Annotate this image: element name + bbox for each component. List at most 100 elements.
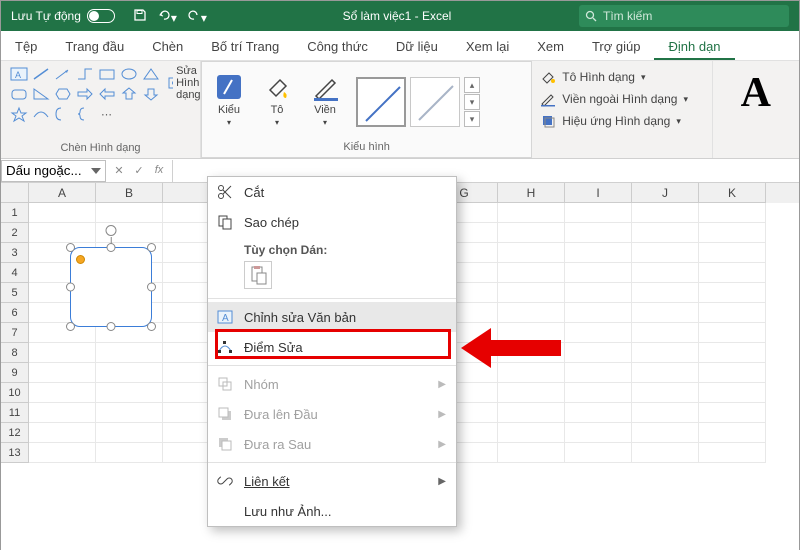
tab-file[interactable]: Tệp — [1, 33, 51, 60]
wordart-preset[interactable]: A — [721, 65, 791, 117]
row-header[interactable]: 7 — [1, 323, 29, 343]
effects-icon — [540, 113, 556, 129]
tab-data[interactable]: Dữ liệu — [382, 33, 452, 60]
menu-edit-points[interactable]: Điểm Sửa — [208, 332, 456, 362]
larrow-shape-icon — [97, 85, 117, 103]
tab-view[interactable]: Xem — [523, 33, 578, 60]
col-header[interactable]: H — [498, 183, 565, 203]
rarrow-shape-icon — [75, 85, 95, 103]
style-preset-2[interactable] — [410, 77, 460, 127]
rect-shape-icon — [97, 65, 117, 83]
row-header[interactable]: 12 — [1, 423, 29, 443]
autosave-toggle[interactable]: Lưu Tự động — [1, 9, 125, 23]
resize-handle[interactable] — [147, 283, 156, 292]
style-gallery[interactable]: ▴ ▾ ▾ — [356, 66, 480, 129]
style-up-icon[interactable]: ▴ — [464, 77, 480, 93]
ribbon: A ⋯ — [1, 61, 799, 159]
group-label-shapes: Chèn Hình dạng — [9, 142, 192, 156]
fill-button[interactable]: Tô▾ — [258, 70, 296, 129]
tab-formulas[interactable]: Công thức — [293, 33, 382, 60]
cancel-formula-icon[interactable]: ✕ — [110, 164, 128, 177]
autosave-label: Lưu Tự động — [11, 9, 81, 23]
select-all-corner[interactable] — [1, 183, 29, 203]
styles-button[interactable]: Kiểu▾ — [210, 70, 248, 129]
enter-formula-icon[interactable]: ✓ — [130, 164, 148, 177]
save-icon[interactable] — [133, 8, 147, 25]
row-header[interactable]: 1 — [1, 203, 29, 223]
fx-icon[interactable]: fx — [150, 164, 168, 177]
search-box[interactable]: Tìm kiếm — [579, 5, 789, 27]
row-header[interactable]: 8 — [1, 343, 29, 363]
shape-gallery[interactable]: A ⋯ — [9, 65, 161, 123]
resize-handle[interactable] — [66, 243, 75, 252]
pen-small-icon — [540, 91, 556, 107]
row-header[interactable]: 2 — [1, 223, 29, 243]
cell[interactable] — [29, 203, 96, 223]
search-icon — [585, 10, 597, 22]
row-header[interactable]: 10 — [1, 383, 29, 403]
adjustment-handle-icon[interactable] — [76, 255, 85, 264]
curve-shape-icon — [31, 105, 51, 123]
undo-icon[interactable]: ▾ — [157, 8, 177, 25]
selected-shape[interactable] — [56, 233, 166, 341]
col-header[interactable]: I — [565, 183, 632, 203]
style-more-icon[interactable]: ▾ — [464, 111, 480, 127]
row-header[interactable]: 6 — [1, 303, 29, 323]
row-header[interactable]: 13 — [1, 443, 29, 463]
menu-link[interactable]: Liên kết ▶ — [208, 466, 456, 496]
tab-insert[interactable]: Chèn — [138, 33, 197, 60]
row-header[interactable]: 3 — [1, 243, 29, 263]
edit-shape-icon — [167, 76, 173, 90]
paste-option-icon[interactable] — [244, 261, 272, 289]
edit-text-icon: A — [216, 308, 234, 326]
col-header[interactable]: A — [29, 183, 96, 203]
bring-front-icon — [216, 405, 234, 423]
context-menu: Cắt Sao chép Tùy chọn Dán: A Chỉnh sửa V… — [207, 176, 457, 527]
paint-bucket-icon — [262, 72, 292, 102]
col-header[interactable]: J — [632, 183, 699, 203]
uarrow-shape-icon — [119, 85, 139, 103]
rotate-handle-icon[interactable] — [106, 225, 117, 236]
menu-copy[interactable]: Sao chép — [208, 207, 456, 237]
row-header[interactable]: 11 — [1, 403, 29, 423]
tab-home[interactable]: Trang đầu — [51, 33, 138, 60]
resize-handle[interactable] — [147, 243, 156, 252]
tab-shape-format[interactable]: Định dạn — [654, 33, 734, 60]
resize-handle[interactable] — [107, 322, 116, 331]
resize-handle[interactable] — [107, 243, 116, 252]
roundrect-shape-icon — [9, 85, 29, 103]
rtriangle-shape-icon — [31, 85, 51, 103]
menu-save-as-picture[interactable]: Lưu như Ảnh... — [208, 496, 456, 526]
style-preset-1[interactable] — [356, 77, 406, 127]
menu-cut[interactable]: Cắt — [208, 177, 456, 207]
row-header[interactable]: 4 — [1, 263, 29, 283]
outline-button[interactable]: Viền▾ — [306, 70, 344, 129]
connector-icon — [75, 65, 95, 83]
style-down-icon[interactable]: ▾ — [464, 94, 480, 110]
shape-effects-dropdown[interactable]: Hiệu ứng Hình dạng▾ — [540, 113, 703, 129]
more-shape-icon: ⋯ — [97, 105, 117, 123]
col-header[interactable]: B — [96, 183, 163, 203]
row-header[interactable]: 5 — [1, 283, 29, 303]
resize-handle[interactable] — [66, 283, 75, 292]
tab-page-layout[interactable]: Bố trí Trang — [197, 33, 293, 60]
name-box[interactable] — [1, 160, 106, 182]
resize-handle[interactable] — [66, 322, 75, 331]
shape-outline-dropdown[interactable]: Viền ngoài Hình dạng▾ — [540, 91, 703, 107]
menu-edit-text[interactable]: A Chỉnh sửa Văn bản — [208, 302, 456, 332]
submenu-arrow-icon: ▶ — [438, 379, 446, 390]
group-label-styles: Kiểu hình — [210, 141, 523, 155]
redo-icon[interactable]: ▾ — [187, 8, 207, 25]
arrow-line-icon — [53, 65, 73, 83]
row-header[interactable]: 9 — [1, 363, 29, 383]
shape-fill-dropdown[interactable]: Tô Hình dạng▾ — [540, 69, 703, 85]
tab-review[interactable]: Xem lại — [452, 33, 523, 60]
group-shape-format-opts: Tô Hình dạng▾ Viền ngoài Hình dạng▾ Hiệu… — [532, 61, 712, 158]
resize-handle[interactable] — [147, 322, 156, 331]
tab-help[interactable]: Trợ giúp — [578, 33, 655, 60]
col-header[interactable]: K — [699, 183, 766, 203]
svg-text:⋯: ⋯ — [101, 109, 112, 121]
copy-icon — [216, 213, 234, 231]
submenu-arrow-icon: ▶ — [438, 439, 446, 450]
edit-points-icon — [216, 338, 234, 356]
